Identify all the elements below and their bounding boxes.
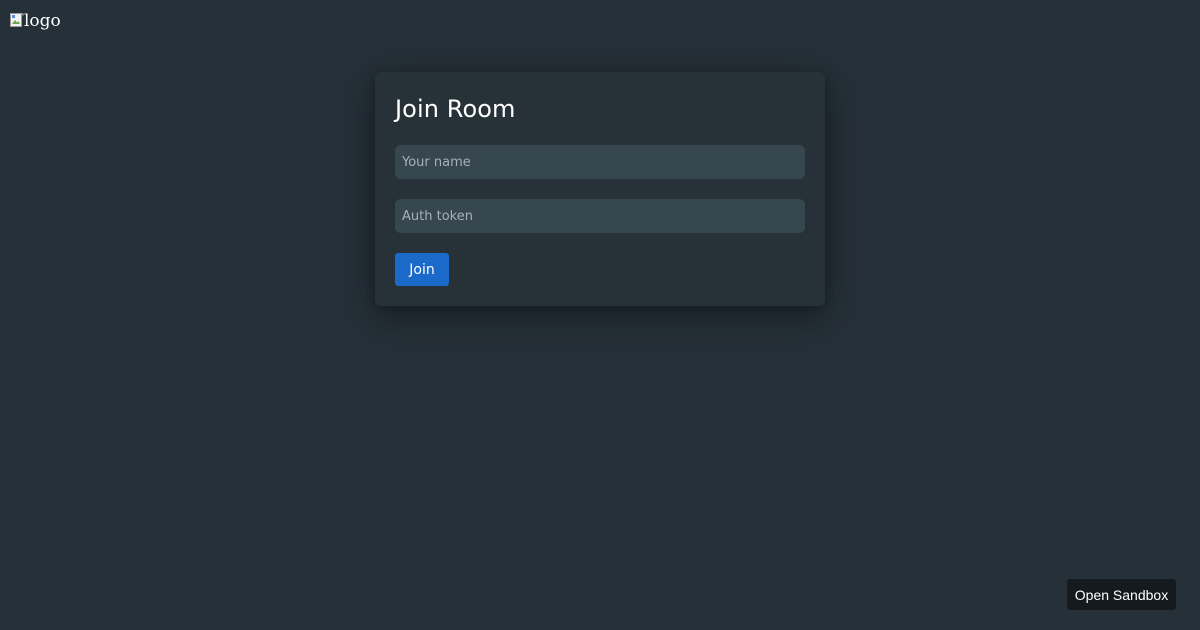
logo-alt-text: logo [24,11,61,31]
broken-image-icon [10,13,24,29]
page: logo Join Room Join Open Sandbox [0,0,1200,630]
auth-token-input[interactable] [395,199,805,233]
join-room-card: Join Room Join [375,72,825,306]
join-button[interactable]: Join [395,253,449,286]
name-input[interactable] [395,145,805,179]
open-sandbox-button[interactable]: Open Sandbox [1067,579,1176,610]
card-title: Join Room [395,95,516,123]
logo: logo [10,11,61,31]
